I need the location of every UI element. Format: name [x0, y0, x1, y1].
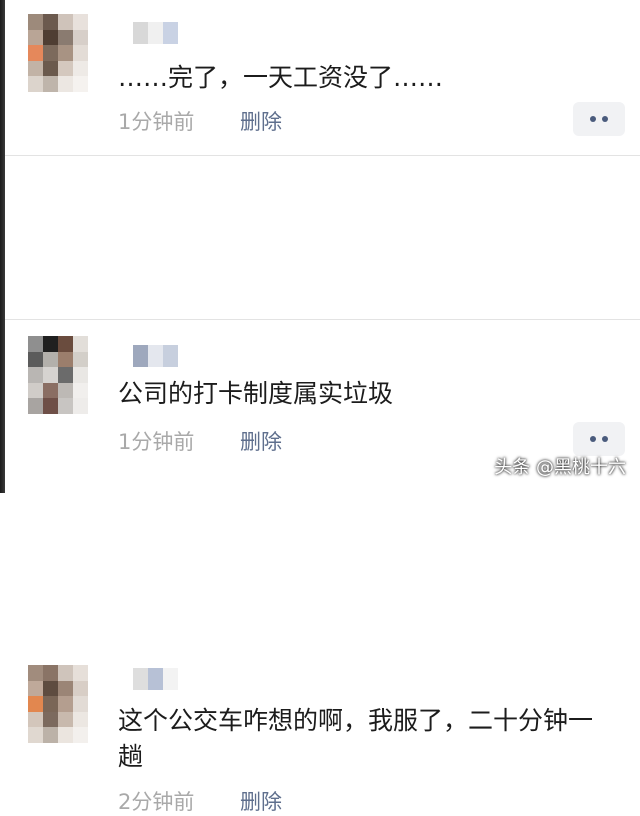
delete-button[interactable]: 删除 — [240, 106, 282, 136]
avatar[interactable] — [28, 14, 88, 92]
username-pixel — [163, 668, 178, 690]
avatar-pixel — [73, 14, 88, 30]
more-dots-icon — [590, 116, 596, 122]
watermark: 头条 @黑桃十六 — [494, 457, 626, 478]
timestamp: 2分钟前 — [118, 790, 195, 814]
username-pixel — [148, 22, 163, 44]
avatar-pixel — [73, 696, 88, 712]
avatar-pixel — [58, 29, 73, 46]
avatar-pixel — [43, 711, 58, 728]
comment-item: 公司的打卡制度属实垃圾 1分钟前 删除 — [5, 156, 640, 456]
avatar-pixel — [28, 45, 43, 61]
avatar[interactable] — [28, 665, 88, 743]
avatar-pixel — [43, 727, 58, 743]
avatar-pixel — [73, 711, 88, 728]
avatar-pixel — [73, 76, 88, 92]
more-options-button[interactable] — [573, 102, 625, 136]
avatar-pixel — [28, 680, 43, 697]
comment-list: ……完了，一天工资没了…… 1分钟前 删除 公司的打卡制度属实垃圾 1分钟前 删… — [5, 0, 640, 814]
timestamp: 1分钟前 — [118, 110, 195, 134]
avatar-pixel — [58, 14, 73, 30]
avatar-pixel — [58, 45, 73, 61]
username-pixel — [133, 22, 148, 44]
avatar-pixel — [43, 76, 58, 92]
username-pixelated[interactable] — [118, 22, 178, 44]
avatar-pixel — [28, 76, 43, 92]
avatar-pixel — [43, 29, 58, 46]
username-pixel — [118, 22, 133, 44]
more-dots-icon — [602, 116, 608, 122]
avatar-pixel — [58, 665, 73, 681]
avatar-pixel — [28, 29, 43, 46]
avatar-pixel — [28, 696, 43, 712]
avatar-pixel — [28, 665, 43, 681]
avatar-pixel — [28, 711, 43, 728]
avatar-pixel — [73, 29, 88, 46]
avatar-pixel — [28, 14, 43, 30]
avatar-pixel — [73, 45, 88, 61]
avatar-pixel — [58, 60, 73, 77]
avatar-pixel — [43, 14, 58, 30]
avatar-pixel — [43, 60, 58, 77]
username-pixelated[interactable] — [118, 668, 178, 690]
comment-item: ……完了，一天工资没了…… 1分钟前 删除 — [5, 0, 640, 155]
username-pixel — [118, 668, 133, 690]
avatar-pixel — [73, 60, 88, 77]
username-pixel — [148, 668, 163, 690]
avatar-pixel — [73, 727, 88, 743]
avatar-pixel — [43, 696, 58, 712]
username-pixel — [133, 668, 148, 690]
avatar-pixel — [28, 60, 43, 77]
divider — [5, 319, 640, 320]
avatar-pixel — [58, 680, 73, 697]
comment-text: 这个公交车咋想的啊，我服了，二十分钟一趟 — [118, 706, 594, 771]
avatar-pixel — [28, 727, 43, 743]
avatar-pixel — [43, 680, 58, 697]
delete-button[interactable]: 删除 — [240, 786, 282, 816]
avatar-pixel — [73, 665, 88, 681]
avatar-pixel — [58, 76, 73, 92]
avatar-pixel — [43, 45, 58, 61]
avatar-pixel — [58, 727, 73, 743]
avatar-pixel — [58, 696, 73, 712]
username-pixel — [163, 22, 178, 44]
avatar-pixel — [58, 711, 73, 728]
divider — [5, 155, 640, 156]
avatar-pixel — [43, 665, 58, 681]
comment-text: ……完了，一天工资没了…… — [118, 63, 444, 92]
avatar-pixel — [73, 680, 88, 697]
